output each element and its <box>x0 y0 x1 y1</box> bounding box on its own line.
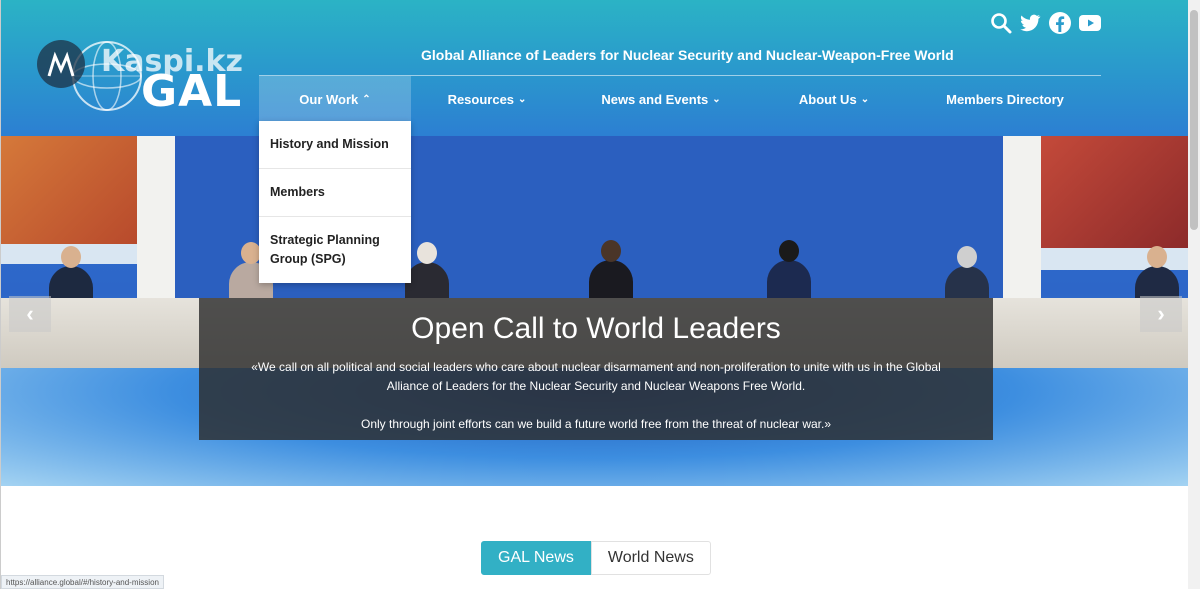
twitter-icon[interactable] <box>1018 11 1042 35</box>
logo-text[interactable]: GAL <box>141 66 242 117</box>
nav-label: News and Events <box>601 91 709 107</box>
chevron-down-icon: ⌄ <box>712 93 721 105</box>
tab-world-news[interactable]: World News <box>590 541 711 575</box>
site-title: Global Alliance of Leaders for Nuclear S… <box>421 47 954 63</box>
nav-news-and-events[interactable]: News and Events ⌄ <box>563 76 759 122</box>
chevron-down-icon: ⌄ <box>518 93 527 105</box>
decorative-pillar <box>1003 136 1041 306</box>
decorative-wall <box>1041 136 1189 248</box>
our-work-dropdown: History and Mission Members Strategic Pl… <box>259 121 411 283</box>
nav-members-directory[interactable]: Members Directory <box>909 76 1101 122</box>
news-tabs: GAL News World News <box>481 541 711 575</box>
page-scrollbar[interactable] <box>1188 0 1200 589</box>
browser-page: Kaspi.kz GAL Global Alliance of Leaders … <box>0 0 1200 589</box>
nav-resources[interactable]: Resources ⌄ <box>411 76 563 122</box>
chevron-up-icon: ⌃ <box>362 93 371 105</box>
hero-caption: Open Call to World Leaders «We call on a… <box>199 298 993 440</box>
chevron-left-icon: ‹ <box>26 301 34 326</box>
nav-label: Members Directory <box>946 91 1064 107</box>
hero-title: Open Call to World Leaders <box>411 312 781 345</box>
facebook-icon[interactable] <box>1048 11 1072 35</box>
status-bar-url: https://alliance.global/#/history-and-mi… <box>1 575 164 589</box>
chevron-down-icon: ⌄ <box>860 93 870 105</box>
youtube-icon[interactable] <box>1078 11 1102 35</box>
search-icon[interactable] <box>989 11 1013 35</box>
scrollbar-thumb[interactable] <box>1190 10 1198 230</box>
tab-gal-news[interactable]: GAL News <box>481 541 591 575</box>
nav-label: About Us <box>798 91 857 107</box>
decorative-pillar <box>137 136 175 306</box>
site-header: Kaspi.kz GAL Global Alliance of Leaders … <box>1 0 1189 136</box>
nav-label: Resources <box>447 91 515 107</box>
hero-body-second: Only through joint efforts can we build … <box>360 417 832 431</box>
dropdown-item-spg[interactable]: Strategic Planning Group (SPG) <box>259 217 411 283</box>
chevron-right-icon: › <box>1157 301 1165 326</box>
main-nav: Our Work ⌃ Resources ⌄ News and Events ⌄… <box>259 76 1101 122</box>
nav-our-work[interactable]: Our Work ⌃ <box>259 76 411 122</box>
dropdown-item-history-and-mission[interactable]: History and Mission <box>259 121 411 169</box>
decorative-wall <box>1 136 137 244</box>
dropdown-item-members[interactable]: Members <box>259 169 411 217</box>
nav-label: Our Work <box>299 91 359 107</box>
carousel-prev-button[interactable]: ‹ <box>9 296 51 332</box>
carousel-next-button[interactable]: › <box>1140 296 1182 332</box>
hero-body: «We call on all political and social lea… <box>251 360 941 393</box>
nav-about-us[interactable]: About Us ⌄ <box>759 76 909 122</box>
